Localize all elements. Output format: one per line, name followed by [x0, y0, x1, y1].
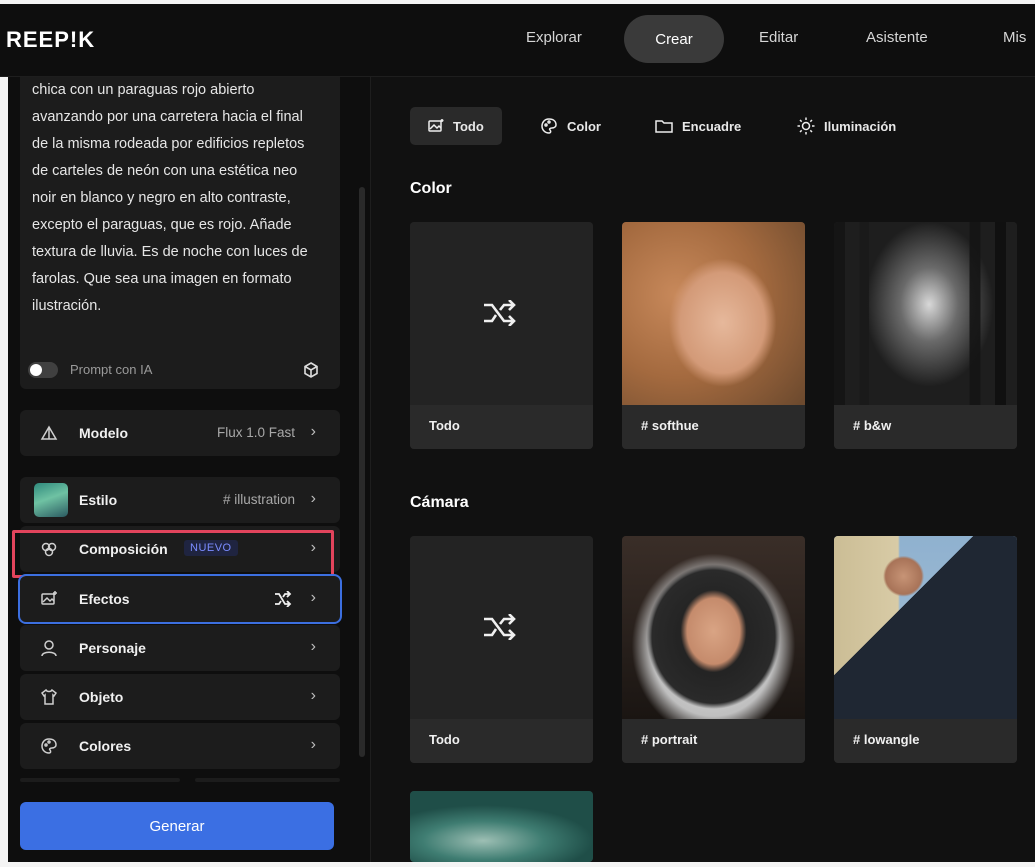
setting-colores[interactable]: Colores ›: [20, 723, 340, 769]
prompt-text[interactable]: chica con un paraguas rojo abierto avanz…: [32, 77, 322, 320]
astronaut-portrait-image: [622, 536, 805, 719]
highlight-box: [12, 530, 334, 578]
setting-label: Objeto: [79, 689, 124, 705]
section-title-camara: Cámara: [410, 494, 469, 511]
filter-label: Iluminación: [824, 118, 897, 134]
setting-label: Efectos: [79, 591, 130, 607]
card-label: # softhue: [641, 418, 699, 433]
filter-encuadre[interactable]: Encuadre: [655, 107, 741, 145]
filter-label: Encuadre: [682, 118, 742, 134]
card-label: Todo: [429, 418, 460, 433]
shuffle-icon: [484, 300, 516, 326]
setting-efectos[interactable]: Efectos ›: [18, 574, 342, 624]
filter-label: Todo: [453, 118, 484, 134]
top-navigation: REEP!K Explorar Crear Editar Asistente M…: [0, 4, 1035, 77]
shirt-icon: [40, 688, 58, 705]
filter-color[interactable]: Color: [540, 107, 601, 145]
setting-value: Flux 1.0 Fast: [216, 425, 295, 440]
card-label: # portrait: [641, 732, 698, 747]
nav-crear[interactable]: Crear: [624, 15, 724, 63]
sidebar: chica con un paraguas rojo abierto avanz…: [8, 77, 371, 862]
card-camara-todo[interactable]: Todo: [410, 536, 593, 763]
card-image: [410, 536, 593, 719]
prompt-box[interactable]: chica con un paraguas rojo abierto avanz…: [20, 77, 340, 389]
nav-editar[interactable]: Editar: [759, 29, 798, 46]
card-caption: Todo: [410, 405, 593, 449]
card-softhue[interactable]: # softhue: [622, 222, 805, 449]
lowangle-man-image: [834, 536, 1017, 719]
setting-label: Modelo: [79, 425, 128, 441]
setting-modelo[interactable]: Modelo Flux 1.0 Fast ›: [20, 410, 340, 456]
softhue-portrait-image: [622, 222, 805, 405]
nav-asistente[interactable]: Asistente: [866, 29, 928, 46]
setting-label: Colores: [79, 738, 132, 754]
card-lowangle[interactable]: # lowangle: [834, 536, 1017, 763]
aerial-ocean-image: [410, 791, 593, 862]
ai-prompt-toggle[interactable]: [28, 362, 58, 378]
cube-icon[interactable]: [302, 361, 320, 379]
screenshot-border-left: [0, 0, 8, 867]
setting-value: # illustration: [222, 492, 295, 507]
setting-personaje[interactable]: Personaje ›: [20, 625, 340, 671]
image-sparkle-icon: [41, 591, 57, 605]
toggle-knob: [30, 364, 42, 376]
ai-prompt-toggle-label: Prompt con IA: [70, 362, 153, 377]
setting-label: Personaje: [79, 640, 146, 656]
image-icon: [428, 119, 444, 132]
chevron-right-icon: ›: [310, 423, 316, 440]
chevron-right-icon: ›: [310, 687, 316, 704]
card-label: # b&w: [853, 418, 892, 433]
generate-button[interactable]: Generar: [20, 802, 334, 850]
card-caption: # portrait: [622, 719, 805, 763]
card-label: # lowangle: [853, 732, 920, 747]
shuffle-icon[interactable]: [274, 591, 292, 607]
setting-label: Estilo: [79, 492, 118, 508]
sidebar-scrollbar[interactable]: [359, 187, 365, 757]
folder-icon: [655, 120, 673, 133]
section-title-color: Color: [410, 180, 452, 197]
screenshot-border-bottom: [0, 862, 1035, 867]
chevron-right-icon: ›: [310, 490, 316, 507]
bw-forest-image: [834, 222, 1017, 405]
palette-icon: [541, 118, 557, 134]
card-caption: Todo: [410, 719, 593, 763]
style-thumbnail: [34, 483, 68, 517]
card-aerial-partial[interactable]: [410, 791, 593, 862]
card-caption: # softhue: [622, 405, 805, 449]
filter-todo[interactable]: Todo: [410, 107, 502, 145]
main-panel: Todo Color Encuadre Iluminación Color To…: [371, 77, 1035, 862]
setting-objeto[interactable]: Objeto ›: [20, 674, 340, 720]
chevron-right-icon: ›: [310, 736, 316, 753]
person-icon: [41, 640, 57, 657]
nav-explorar[interactable]: Explorar: [526, 29, 582, 46]
card-caption: # b&w: [834, 405, 1017, 449]
filter-label: Color: [567, 118, 601, 134]
sun-icon: [797, 117, 815, 135]
sidebar-divider: [20, 774, 342, 784]
card-label: Todo: [429, 732, 460, 747]
card-bw[interactable]: # b&w: [834, 222, 1017, 449]
card-color-todo[interactable]: Todo: [410, 222, 593, 449]
filter-iluminacion[interactable]: Iluminación: [797, 107, 896, 145]
card-image: [410, 222, 593, 405]
nav-mis[interactable]: Mis: [1003, 29, 1026, 46]
triangle-icon: [40, 425, 58, 440]
chevron-right-icon: ›: [310, 589, 316, 606]
shuffle-icon: [484, 614, 516, 640]
card-portrait[interactable]: # portrait: [622, 536, 805, 763]
logo[interactable]: REEP!K: [6, 27, 95, 53]
setting-estilo[interactable]: Estilo # illustration ›: [20, 477, 340, 523]
card-caption: # lowangle: [834, 719, 1017, 763]
palette-icon: [41, 738, 57, 754]
chevron-right-icon: ›: [310, 638, 316, 655]
